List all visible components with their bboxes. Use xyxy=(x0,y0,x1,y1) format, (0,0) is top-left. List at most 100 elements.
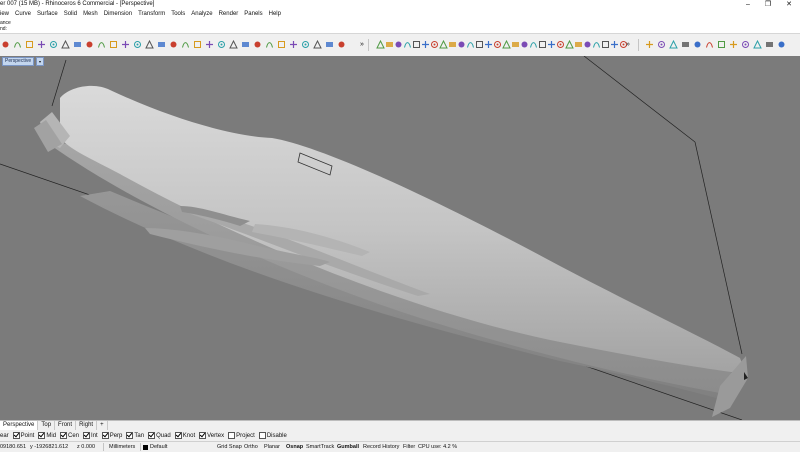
rectangle-icon[interactable] xyxy=(394,40,403,49)
osnap-checkbox[interactable] xyxy=(12,432,20,439)
viewport-menu-arrow[interactable]: ▾ xyxy=(36,57,44,66)
zoom-icon[interactable] xyxy=(109,40,118,49)
osnap-checkbox[interactable] xyxy=(199,432,207,439)
osnap-cen[interactable]: Cen xyxy=(60,432,79,439)
osnap-checkbox[interactable] xyxy=(38,432,46,439)
menu-curve[interactable]: Curve xyxy=(12,10,34,19)
osnap-tan[interactable]: Tan xyxy=(126,432,144,439)
planar-toggle[interactable]: Planar xyxy=(264,443,280,451)
osnap-mid[interactable]: Mid xyxy=(38,432,56,439)
osnap-checkbox[interactable] xyxy=(228,432,236,439)
circle-icon[interactable] xyxy=(403,40,412,49)
named-view-icon[interactable] xyxy=(157,40,166,49)
toolbar-overflow-button[interactable]: » xyxy=(626,40,630,49)
tag-icon[interactable] xyxy=(765,40,774,49)
layer-icon[interactable] xyxy=(229,40,238,49)
close-button[interactable]: ✕ xyxy=(779,0,799,10)
rotate-view-icon[interactable] xyxy=(97,40,106,49)
osnap-checkbox[interactable] xyxy=(148,432,156,439)
osnap-int[interactable]: Int xyxy=(83,432,98,439)
osnap-checkbox[interactable] xyxy=(83,432,91,439)
export-icon[interactable] xyxy=(777,40,786,49)
analyze-icon[interactable] xyxy=(729,40,738,49)
array-icon[interactable] xyxy=(592,40,601,49)
viewport-title[interactable]: Perspective xyxy=(2,57,35,66)
osnap-checkbox[interactable] xyxy=(126,432,134,439)
menu-transform[interactable]: Transform xyxy=(135,10,168,19)
menu-solid[interactable]: Solid xyxy=(61,10,80,19)
snap-icon[interactable] xyxy=(645,40,654,49)
osnap-checkbox[interactable] xyxy=(101,432,109,439)
menu-surface[interactable]: Surface xyxy=(34,10,61,19)
maximize-button[interactable]: ❐ xyxy=(758,0,778,10)
minimize-button[interactable]: – xyxy=(738,0,758,10)
zoom-extents-icon[interactable] xyxy=(133,40,142,49)
osnap-disable[interactable]: Disable xyxy=(258,432,287,439)
properties-icon[interactable] xyxy=(25,40,34,49)
align-icon[interactable] xyxy=(669,40,678,49)
menu-render[interactable]: Render xyxy=(216,10,242,19)
polyline-icon[interactable] xyxy=(385,40,394,49)
current-layer[interactable]: Default xyxy=(150,443,167,451)
mirror-icon[interactable] xyxy=(601,40,610,49)
ortho-toggle[interactable]: Ortho xyxy=(244,443,258,451)
extrude-icon[interactable] xyxy=(439,40,448,49)
osnap-point[interactable]: Point xyxy=(12,432,34,439)
split-icon[interactable] xyxy=(529,40,538,49)
sun-icon[interactable] xyxy=(205,40,214,49)
menu-view[interactable]: iew xyxy=(0,10,12,19)
distribute-icon[interactable] xyxy=(657,40,666,49)
sphere-icon[interactable] xyxy=(520,40,529,49)
lightbulb-icon[interactable] xyxy=(217,40,226,49)
environment-icon[interactable] xyxy=(265,40,274,49)
curve-edit-icon[interactable] xyxy=(583,40,592,49)
save-icon[interactable] xyxy=(1,40,10,49)
filter-toggle[interactable]: Filter xyxy=(403,443,415,451)
osnap-checkbox[interactable] xyxy=(174,432,182,439)
chain-icon[interactable] xyxy=(574,40,583,49)
solid-icon[interactable] xyxy=(493,40,502,49)
perspective-viewport[interactable]: Perspective ▾ xyxy=(0,56,800,420)
render-sphere-icon[interactable] xyxy=(337,40,346,49)
ellipse-icon[interactable] xyxy=(421,40,430,49)
grid-icon[interactable] xyxy=(193,40,202,49)
copy-icon[interactable] xyxy=(49,40,58,49)
command-prompt[interactable]: nd: xyxy=(0,26,7,32)
osnap-vertex[interactable]: Vertex xyxy=(199,432,224,439)
join-icon[interactable] xyxy=(538,40,547,49)
menu-help[interactable]: Help xyxy=(266,10,284,19)
trim-icon[interactable] xyxy=(556,40,565,49)
ungroup-icon[interactable] xyxy=(693,40,702,49)
cut-icon[interactable] xyxy=(37,40,46,49)
ship-hull-model[interactable] xyxy=(0,56,800,420)
ghosted-sphere-icon[interactable] xyxy=(289,40,298,49)
menu-analyze[interactable]: Analyze xyxy=(188,10,215,19)
history-icon[interactable] xyxy=(741,40,750,49)
box-icon[interactable] xyxy=(502,40,511,49)
select-curve-icon[interactable] xyxy=(376,40,385,49)
fillet-icon[interactable] xyxy=(466,40,475,49)
menu-mesh[interactable]: Mesh xyxy=(80,10,101,19)
grid-snap-toggle[interactable]: Grid Snap xyxy=(217,443,242,451)
osnap-knot[interactable]: Knot xyxy=(174,432,195,439)
menu-dimension[interactable]: Dimension xyxy=(101,10,135,19)
explode-icon[interactable] xyxy=(547,40,556,49)
zoom-window-icon[interactable] xyxy=(121,40,130,49)
plus-icon[interactable] xyxy=(475,40,484,49)
four-views-icon[interactable] xyxy=(169,40,178,49)
osnap-project[interactable]: Project xyxy=(228,432,255,439)
surface-icon[interactable] xyxy=(430,40,439,49)
car-icon[interactable] xyxy=(181,40,190,49)
toolbar-overflow-button[interactable]: » xyxy=(360,40,364,49)
loft-icon[interactable] xyxy=(448,40,457,49)
osnap-toggle[interactable]: Osnap xyxy=(286,443,303,451)
osnap-ear[interactable]: ear xyxy=(0,433,9,439)
undo-icon[interactable] xyxy=(73,40,82,49)
print-icon[interactable] xyxy=(13,40,22,49)
block-icon[interactable] xyxy=(705,40,714,49)
zoom-selected-icon[interactable] xyxy=(145,40,154,49)
menu-tools[interactable]: Tools xyxy=(168,10,188,19)
matching-icon[interactable] xyxy=(753,40,762,49)
group-icon[interactable] xyxy=(681,40,690,49)
gumball-toggle[interactable]: Gumball xyxy=(337,443,359,451)
